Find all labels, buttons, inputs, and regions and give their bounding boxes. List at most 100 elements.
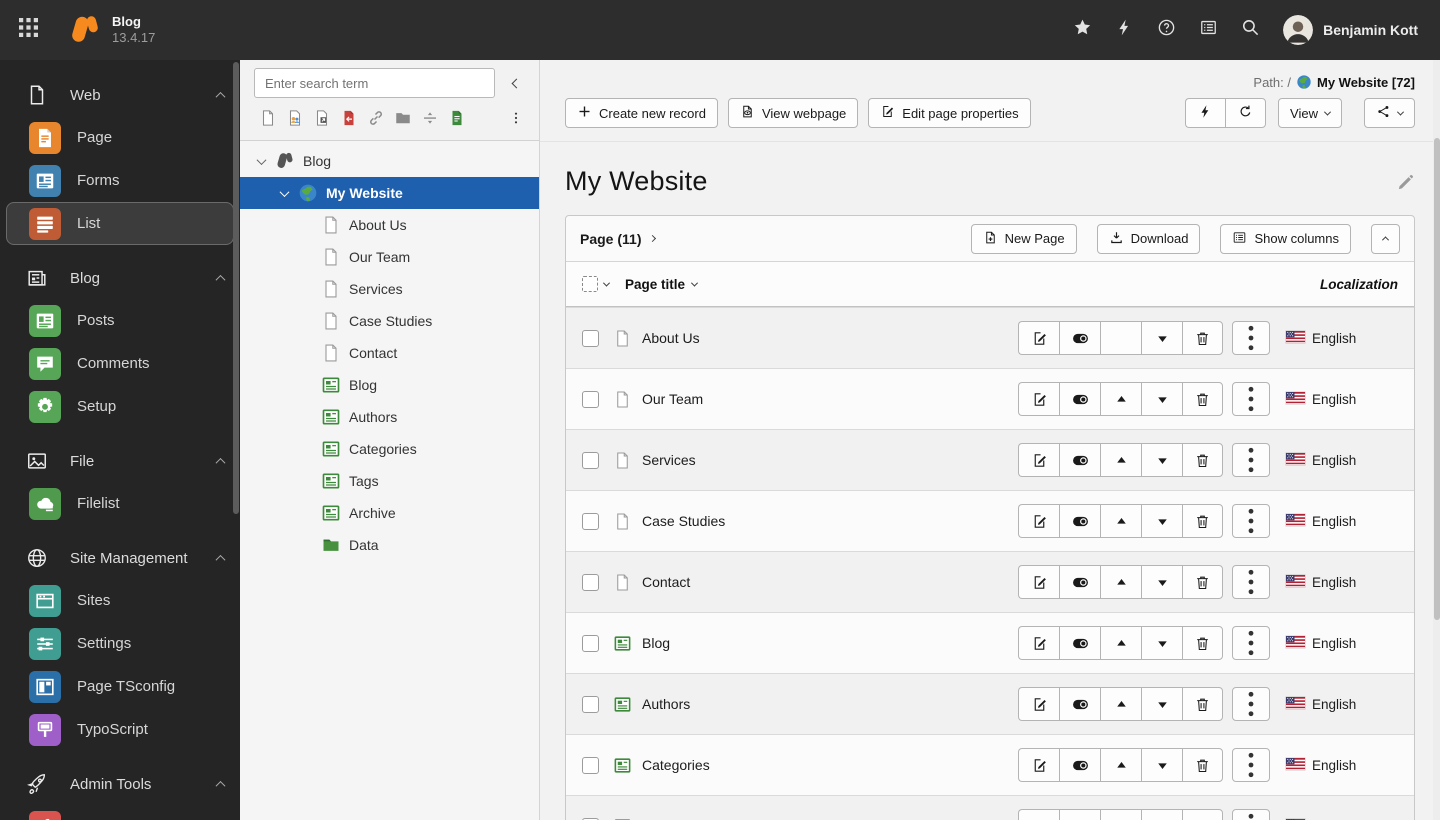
row-more-button[interactable] [1232, 565, 1270, 599]
sidebar-item-filelist[interactable]: Filelist [6, 482, 234, 525]
toggle-visibility-button[interactable] [1059, 321, 1100, 355]
delete-button[interactable] [1182, 443, 1223, 477]
selection-dropdown-icon[interactable] [602, 279, 611, 287]
tree-node-categories[interactable]: Categories [240, 433, 559, 465]
delete-button[interactable] [1182, 687, 1223, 721]
tree-node-my-website[interactable]: My Website [240, 177, 539, 209]
move-down-button[interactable] [1141, 565, 1182, 599]
row-more-button[interactable] [1232, 687, 1270, 721]
move-down-button[interactable] [1141, 504, 1182, 538]
delete-button[interactable] [1182, 321, 1223, 355]
tree-search-input[interactable] [254, 68, 495, 98]
tree-node-about-us[interactable]: About Us [240, 209, 559, 241]
t-link[interactable] [362, 106, 389, 130]
move-down-button[interactable] [1141, 687, 1182, 721]
row-checkbox[interactable] [582, 573, 599, 591]
share-dropdown-button[interactable] [1364, 98, 1415, 128]
delete-button[interactable] [1182, 565, 1223, 599]
sidebar-item-posts[interactable]: Posts [6, 299, 234, 342]
toggle-visibility-button[interactable] [1059, 504, 1100, 538]
delete-button[interactable] [1182, 626, 1223, 660]
delete-button[interactable] [1182, 504, 1223, 538]
sidebar-item-page-tsconfig[interactable]: Page TSconfig [6, 665, 234, 708]
toggle-visibility-button[interactable] [1059, 809, 1100, 820]
edit-record-button[interactable] [1018, 809, 1059, 820]
path-page[interactable]: My Website [72] [1317, 75, 1415, 90]
edit-record-button[interactable] [1018, 443, 1059, 477]
t-docgreen[interactable] [443, 106, 470, 130]
user-menu[interactable]: Benjamin Kott [1271, 15, 1440, 45]
tree-node-blog[interactable]: Blog [240, 145, 539, 177]
create-new-record-button[interactable]: Create new record [565, 98, 718, 128]
toggle-visibility-button[interactable] [1059, 687, 1100, 721]
t-docusers[interactable] [281, 106, 308, 130]
row-page-title[interactable]: Categories [642, 757, 710, 773]
row-page-title[interactable]: Blog [642, 635, 670, 651]
view-webpage-button[interactable]: View webpage [727, 98, 859, 128]
row-checkbox[interactable] [582, 756, 599, 774]
delete-button[interactable] [1182, 809, 1223, 820]
edit-record-button[interactable] [1018, 687, 1059, 721]
move-up-button[interactable] [1100, 809, 1141, 820]
row-more-button[interactable] [1232, 809, 1270, 820]
t-doc[interactable] [254, 106, 281, 130]
t-folder[interactable] [389, 106, 416, 130]
delete-button[interactable] [1182, 382, 1223, 416]
tree-node-blog[interactable]: Blog [240, 369, 559, 401]
record-group-toggle[interactable]: Page (11) [580, 231, 657, 247]
toggle-visibility-button[interactable] [1059, 382, 1100, 416]
content-scrollbar[interactable] [1433, 60, 1440, 820]
module-menu-scrollbar[interactable] [233, 62, 239, 514]
app-grid-icon[interactable] [0, 0, 56, 60]
site-logo[interactable]: Blog 13.4.17 [56, 13, 167, 47]
sidebar-item-forms[interactable]: Forms [6, 159, 234, 202]
toggle-visibility-button[interactable] [1059, 748, 1100, 782]
edit-page-properties-button[interactable]: Edit page properties [868, 98, 1031, 128]
sidebar-item-sites[interactable]: Sites [6, 579, 234, 622]
row-more-button[interactable] [1232, 382, 1270, 416]
move-down-button[interactable] [1141, 809, 1182, 820]
chevron-down-icon[interactable] [279, 186, 290, 197]
row-more-button[interactable] [1232, 443, 1270, 477]
module-section-site-management[interactable]: Site Management [0, 537, 240, 579]
column-page-title[interactable]: Page title [625, 277, 699, 292]
sidebar-item-list[interactable]: List [6, 202, 234, 245]
tree-toolbar-more-icon[interactable] [503, 106, 529, 130]
row-checkbox[interactable] [582, 390, 599, 408]
module-section-file[interactable]: File [0, 440, 240, 482]
row-more-button[interactable] [1232, 626, 1270, 660]
row-page-title[interactable]: Contact [642, 574, 690, 590]
tree-node-services[interactable]: Services [240, 273, 559, 305]
help-icon[interactable] [1145, 0, 1187, 60]
toggle-visibility-button[interactable] [1059, 443, 1100, 477]
edit-record-button[interactable] [1018, 382, 1059, 416]
edit-record-button[interactable] [1018, 748, 1059, 782]
move-up-button[interactable] [1100, 443, 1141, 477]
toggle-visibility-button[interactable] [1059, 565, 1100, 599]
edit-record-button[interactable] [1018, 565, 1059, 599]
module-section-web[interactable]: Web [0, 74, 240, 116]
row-page-title[interactable]: Our Team [642, 391, 703, 407]
move-down-button[interactable] [1141, 382, 1182, 416]
tree-node-contact[interactable]: Contact [240, 337, 559, 369]
module-section-blog[interactable]: Blog [0, 257, 240, 299]
select-all-checkbox[interactable] [582, 276, 598, 292]
move-up-button[interactable] [1100, 504, 1141, 538]
sidebar-item-typoscript[interactable]: TypoScript [6, 708, 234, 751]
row-page-title[interactable]: About Us [642, 330, 700, 346]
show-columns-button[interactable]: Show columns [1220, 223, 1351, 254]
row-more-button[interactable] [1232, 504, 1270, 538]
clear-cache-bolt-icon[interactable] [1103, 0, 1145, 60]
tree-node-our-team[interactable]: Our Team [240, 241, 559, 273]
view-dropdown-button[interactable]: View [1278, 98, 1342, 128]
edit-record-button[interactable] [1018, 626, 1059, 660]
move-up-button[interactable] [1100, 626, 1141, 660]
delete-button[interactable] [1182, 748, 1223, 782]
download-button[interactable]: Download [1096, 223, 1201, 254]
cache-bolt-button[interactable] [1185, 98, 1226, 128]
move-down-button[interactable] [1141, 626, 1182, 660]
row-more-button[interactable] [1232, 321, 1270, 355]
chevron-down-icon[interactable] [256, 154, 267, 165]
sidebar-item-page[interactable]: Page [6, 116, 234, 159]
row-page-title[interactable]: Case Studies [642, 513, 725, 529]
